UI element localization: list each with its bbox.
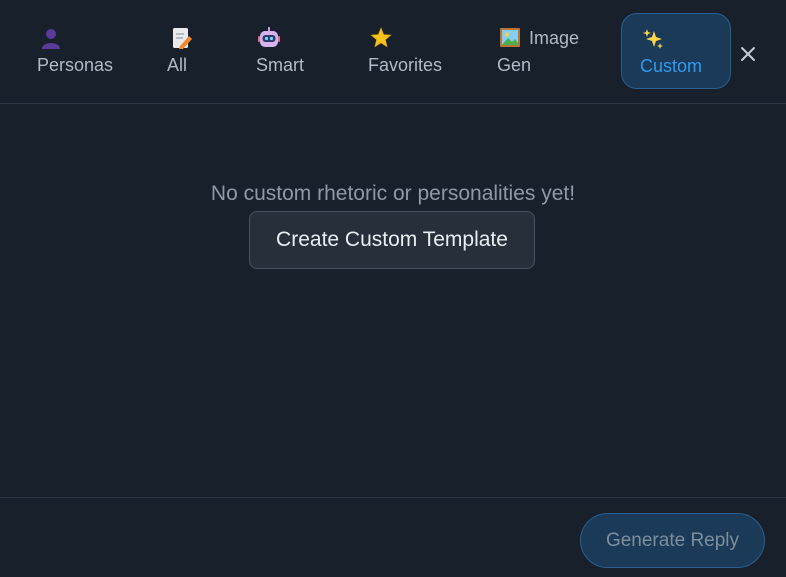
tab-label: Smart [256,55,305,75]
tab-smart[interactable]: Smart [256,13,316,89]
tab-all[interactable]: All [167,13,207,89]
tab-label: Image [529,28,580,48]
tab-bar: Personas All Smart Favorites Image Gen C… [0,0,786,104]
tab-custom[interactable]: Custom [621,13,731,89]
sparkles-icon [643,29,663,49]
tab-label: All [167,55,188,75]
star-icon [370,27,392,48]
tab-label: Personas [37,55,114,75]
tab-personas[interactable]: Personas [37,13,117,89]
tab-label: Custom [640,56,703,76]
create-custom-template-button[interactable]: Create Custom Template [249,211,535,269]
framed-picture-icon [500,28,520,47]
tab-favorites[interactable]: Favorites [368,13,448,89]
empty-state-message: No custom rhetoric or personalities yet! [210,182,576,205]
template-picker-panel: Personas All Smart Favorites Image Gen C… [0,0,786,577]
tab-label-second-line: Gen [497,55,532,75]
footer: Generate Reply [0,497,786,577]
robot-icon [258,27,280,47]
memo-pencil-icon [173,28,192,49]
close-icon [741,47,755,61]
generate-reply-button[interactable]: Generate Reply [580,513,765,568]
person-silhouette-icon [42,29,60,49]
tab-image-gen[interactable]: Image Gen [497,13,587,89]
close-button[interactable] [736,42,760,66]
tab-label: Favorites [368,55,443,75]
